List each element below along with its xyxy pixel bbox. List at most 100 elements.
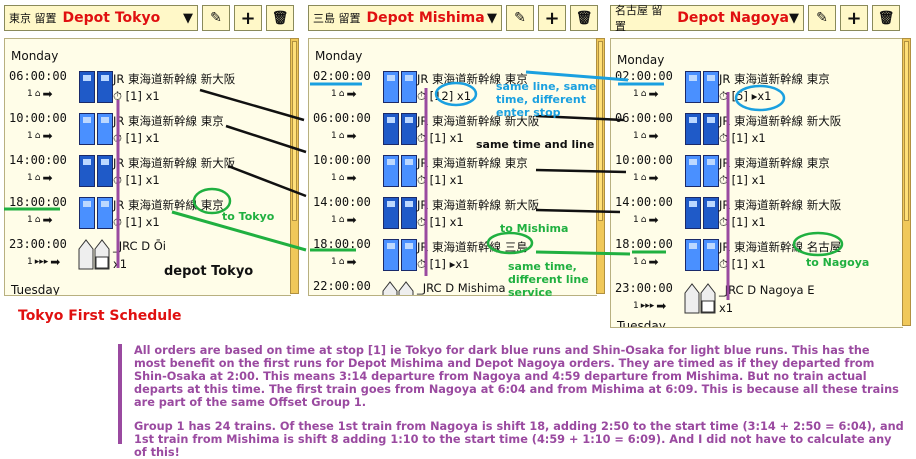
train-consist-icon bbox=[685, 155, 719, 187]
train-count: 1 bbox=[27, 131, 33, 141]
schedule-list[interactable]: Monday 02:00:00 1 ⌂ ➡ JR 東海道新幹線 東京 ⏱ [5] ▸x1 0… bbox=[610, 38, 903, 328]
train-car-icon bbox=[685, 113, 701, 145]
depot-icon: ⌂ bbox=[34, 131, 41, 141]
arrow-right-icon: ➡ bbox=[346, 255, 357, 269]
delete-button[interactable]: 🗑 bbox=[872, 5, 900, 31]
departure-time: 02:00:00 bbox=[313, 69, 371, 83]
train-count: 1 bbox=[633, 215, 639, 225]
scrollbar[interactable] bbox=[902, 38, 911, 326]
line-name: JR 東海道新幹線 東京 bbox=[719, 156, 830, 170]
train-car-icon bbox=[685, 197, 701, 229]
scroll-thumb[interactable] bbox=[598, 41, 603, 221]
schedule-row[interactable]: 02:00:00 1 ⌂ ➡ JR 東海道新幹線 東京 ⏱ [5] ▸x1 bbox=[611, 69, 891, 109]
train-car-icon bbox=[703, 239, 719, 271]
departure-time: 10:00:00 bbox=[9, 111, 67, 125]
scroll-thumb[interactable] bbox=[904, 41, 909, 221]
schedule-row[interactable]: 06:00:00 1 ⌂ ➡ JR 東海道新幹線 新大阪 ⏱ [1] x1 bbox=[611, 111, 891, 151]
scrollbar[interactable] bbox=[596, 38, 605, 294]
train-car-icon bbox=[401, 113, 417, 145]
schedule-row[interactable]: 23:00:00 1 ▸▸▸ ➡ _JRC D Nagoya E x1 bbox=[611, 281, 891, 321]
toolbar: 東京 留置 Depot Tokyo ▼ ✎ + 🗑 bbox=[4, 4, 294, 32]
departure-time: 02:00:00 bbox=[615, 69, 673, 83]
arrow-right-icon: ➡ bbox=[42, 171, 53, 185]
stop-info: x1 bbox=[113, 257, 128, 271]
train-car-icon bbox=[703, 113, 719, 145]
depot-selector[interactable]: 三島 留置 Depot Mishima ▼ bbox=[308, 5, 502, 31]
train-count: 1 bbox=[633, 131, 639, 141]
trash-icon: 🗑 bbox=[877, 10, 895, 26]
schedule-row[interactable]: 14:00:00 1 ⌂ ➡ JR 東海道新幹線 新大阪 ⏱ [1] x1 bbox=[5, 153, 285, 193]
train-consist-icon bbox=[685, 113, 719, 145]
train-consist-icon bbox=[685, 239, 719, 271]
depot-icon: ⌂ bbox=[640, 89, 647, 99]
schedule-row[interactable]: 10:00:00 1 ⌂ ➡ JR 東海道新幹線 東京 ⏱ [1] x1 bbox=[309, 153, 589, 193]
stop-info: ⏱ [1] ▸x1 bbox=[417, 257, 470, 271]
depot-selector[interactable]: 名古屋 留置 Depot Nagoya ▼ bbox=[610, 4, 804, 33]
train-car-icon bbox=[97, 197, 113, 229]
triple-arrow-icon: ▸▸▸ bbox=[640, 301, 655, 311]
day-label: Monday bbox=[617, 53, 665, 67]
dropdown-arrow-icon: ▼ bbox=[789, 10, 799, 26]
train-count: 1 bbox=[331, 257, 337, 267]
edit-button[interactable]: ✎ bbox=[808, 5, 836, 31]
arrow-right-icon: ➡ bbox=[50, 255, 61, 269]
depot-icon: ⌂ bbox=[34, 89, 41, 99]
schedule-row[interactable]: 10:00:00 1 ⌂ ➡ JR 東海道新幹線 東京 ⏱ [1] x1 bbox=[611, 153, 891, 193]
depot-selector[interactable]: 東京 留置 Depot Tokyo ▼ bbox=[4, 5, 198, 31]
train-consist-icon bbox=[685, 71, 719, 103]
departure-time: 06:00:00 bbox=[313, 111, 371, 125]
line-name: JR 東海道新幹線 東京 bbox=[113, 114, 224, 128]
train-car-icon bbox=[401, 197, 417, 229]
depot-prefix: 三島 留置 bbox=[313, 12, 361, 25]
schedule-row[interactable]: 06:00:00 1 ⌂ ➡ JR 東海道新幹線 新大阪 ⏱ [1] x1 bbox=[5, 69, 285, 109]
train-count: 1 bbox=[27, 257, 33, 267]
train-consist-icon bbox=[383, 155, 417, 187]
dropdown-arrow-icon: ▼ bbox=[183, 10, 193, 26]
train-count: 1 bbox=[27, 215, 33, 225]
line-name: _JRC D Nagoya E bbox=[719, 283, 815, 297]
train-car-icon bbox=[383, 113, 399, 145]
train-car-icon bbox=[703, 155, 719, 187]
schedule-row[interactable]: 10:00:00 1 ⌂ ➡ JR 東海道新幹線 東京 ⏱ [1] x1 bbox=[5, 111, 285, 151]
pencil-icon: ✎ bbox=[514, 10, 526, 26]
dropdown-arrow-icon: ▼ bbox=[487, 10, 497, 26]
schedule-list[interactable]: Monday 02:00:00 1 ⌂ ➡ JR 東海道新幹線 東京 ⏱ [12] x1 0… bbox=[308, 38, 597, 296]
line-name: JR 東海道新幹線 新大阪 bbox=[113, 72, 236, 86]
row-meta: 1 ⌂ ➡ bbox=[633, 255, 659, 269]
departure-time: 14:00:00 bbox=[615, 195, 673, 209]
edit-button[interactable]: ✎ bbox=[506, 5, 534, 31]
delete-button[interactable]: 🗑 bbox=[570, 5, 598, 31]
schedule-list[interactable]: Monday 06:00:00 1 ⌂ ➡ JR 東海道新幹線 新大阪 ⏱ [1] x1 1… bbox=[4, 38, 291, 296]
scrollbar[interactable] bbox=[290, 38, 299, 294]
row-meta: 1 ⌂ ➡ bbox=[331, 171, 357, 185]
train-count: 1 bbox=[633, 173, 639, 183]
row-meta: 1 ⌂ ➡ bbox=[633, 213, 659, 227]
departure-time: 18:00:00 bbox=[615, 237, 673, 251]
schedule-row[interactable]: 14:00:00 1 ⌂ ➡ JR 東海道新幹線 新大阪 ⏱ [1] x1 bbox=[611, 195, 891, 235]
add-button[interactable]: + bbox=[840, 5, 868, 31]
train-car-icon bbox=[703, 71, 719, 103]
add-button[interactable]: + bbox=[538, 5, 566, 31]
train-consist-icon bbox=[79, 113, 113, 145]
row-meta: 1 ⌂ ➡ bbox=[27, 129, 53, 143]
annotation-same-line: same line, same time, different enter st… bbox=[496, 80, 597, 119]
annotation-to-mishima: to Mishima bbox=[500, 222, 569, 235]
toolbar: 三島 留置 Depot Mishima ▼ ✎ + 🗑 bbox=[308, 4, 598, 32]
scroll-thumb[interactable] bbox=[292, 41, 297, 221]
train-consist-icon bbox=[79, 155, 113, 187]
stop-info: ⏱ [1] x1 bbox=[719, 173, 766, 187]
depot-name: Depot Nagoya bbox=[677, 10, 789, 26]
plus-icon: + bbox=[240, 7, 256, 29]
train-count: 1 bbox=[633, 257, 639, 267]
row-meta: 1 ⌂ ➡ bbox=[27, 87, 53, 101]
edit-button[interactable]: ✎ bbox=[202, 5, 230, 31]
add-button[interactable]: + bbox=[234, 5, 262, 31]
train-count: 1 bbox=[331, 215, 337, 225]
triple-arrow-icon: ▸▸▸ bbox=[34, 257, 49, 267]
annotation-same-time-diff: same time, different line service bbox=[508, 260, 589, 299]
arrow-right-icon: ➡ bbox=[648, 213, 659, 227]
stop-info: ⏱ [1] x1 bbox=[417, 215, 464, 229]
departure-time: 10:00:00 bbox=[615, 153, 673, 167]
delete-button[interactable]: 🗑 bbox=[266, 5, 294, 31]
departure-time: 23:00:00 bbox=[9, 237, 67, 251]
